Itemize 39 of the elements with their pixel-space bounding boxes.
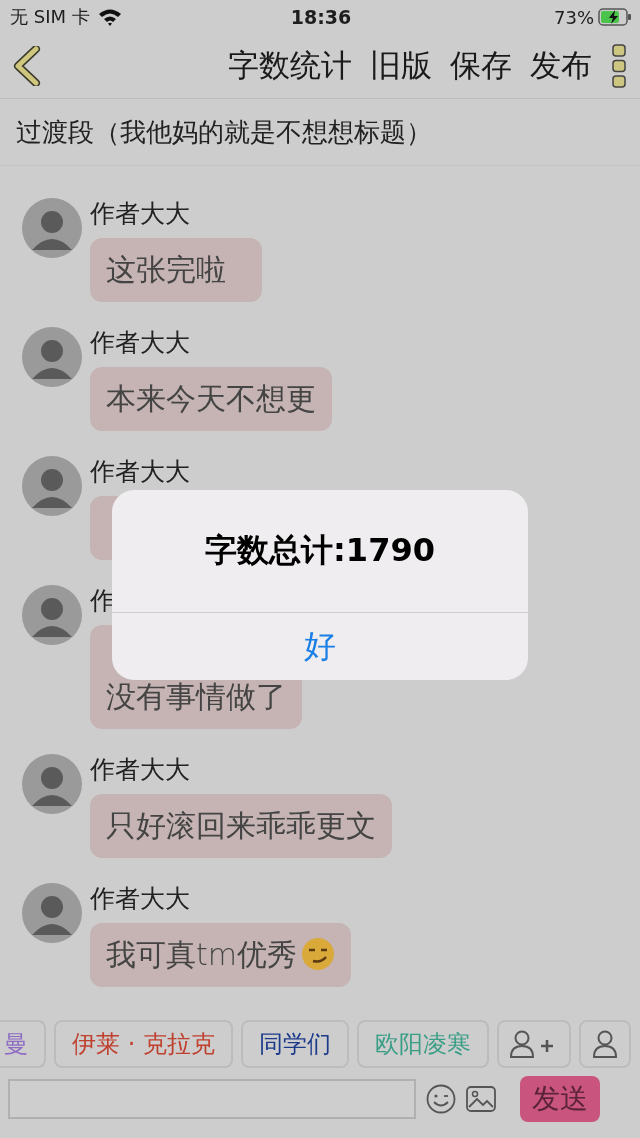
author-name: 作者大大 bbox=[90, 327, 190, 359]
character-tag[interactable]: 伊莱 · 克拉克 bbox=[54, 1020, 233, 1068]
carrier-label: 无 SIM 卡 bbox=[10, 5, 90, 29]
chapter-title: 过渡段（我他妈的就是不想想标题） bbox=[16, 115, 432, 149]
smirk-emoji-icon bbox=[301, 937, 335, 971]
ok-button[interactable]: 好 bbox=[112, 612, 528, 680]
author-name: 作者大大 bbox=[90, 883, 190, 915]
add-person-button[interactable] bbox=[496, 1020, 571, 1068]
menu-icon[interactable] bbox=[612, 44, 626, 88]
person-button[interactable] bbox=[578, 1020, 631, 1068]
nav-action[interactable]: 发布 bbox=[530, 45, 592, 87]
author-name: 作者大大 bbox=[90, 198, 190, 230]
author-name: 作者大大 bbox=[90, 754, 190, 786]
image-icon[interactable] bbox=[466, 1086, 496, 1112]
author-name: 作者大大 bbox=[90, 456, 190, 488]
clock: 18:36 bbox=[290, 6, 352, 28]
avatar bbox=[22, 327, 82, 387]
message-bubble: 只好滚回来乖乖更文 bbox=[90, 794, 392, 858]
emoji-icon[interactable] bbox=[426, 1084, 456, 1114]
message-bubble: 我可真tm优秀 bbox=[90, 923, 351, 987]
alert-title: 字数总计:1790 bbox=[205, 530, 435, 571]
avatar bbox=[22, 883, 82, 943]
nav-action[interactable]: 旧版 bbox=[370, 45, 432, 87]
message-bubble: 本来今天不想更 bbox=[90, 367, 332, 431]
person-icon bbox=[590, 1029, 619, 1059]
nav-action[interactable]: 保存 bbox=[450, 45, 512, 87]
wifi-icon bbox=[97, 8, 122, 26]
avatar bbox=[22, 585, 82, 645]
avatar bbox=[22, 198, 82, 258]
message-bubble: 这张完啦 bbox=[90, 238, 262, 302]
avatar bbox=[22, 456, 82, 516]
battery-percent: 73% bbox=[554, 6, 594, 28]
back-icon[interactable] bbox=[12, 46, 42, 86]
avatar bbox=[22, 754, 82, 814]
author-name: 作 bbox=[90, 585, 115, 617]
nav-action[interactable]: 字数统计 bbox=[228, 45, 352, 87]
message-input[interactable] bbox=[8, 1079, 416, 1119]
battery-charging-icon bbox=[598, 8, 632, 26]
character-tag[interactable]: 同学们 bbox=[240, 1020, 349, 1068]
